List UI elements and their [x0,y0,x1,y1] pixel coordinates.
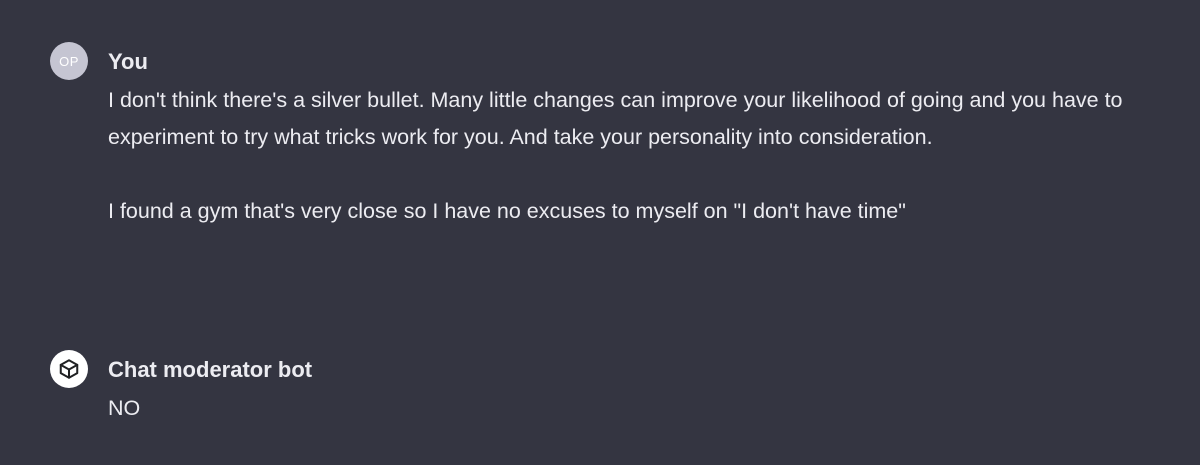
avatar-initials: OP [59,53,79,69]
message-author: You [108,49,148,74]
cube-icon [59,359,79,379]
message-paragraph: I don't think there's a silver bullet. M… [108,88,1123,149]
message-text: NO [108,390,312,427]
user-avatar: OP [50,42,88,80]
bot-message: Chat moderator bot NO [50,350,312,427]
message-paragraph: NO [108,396,141,420]
user-message: OP You I don't think there's a silver bu… [50,42,1178,230]
message-body: Chat moderator bot NO [108,350,312,427]
message-author: Chat moderator bot [108,357,313,382]
message-body: You I don't think there's a silver bulle… [108,42,1178,230]
bot-avatar [50,350,88,388]
message-paragraph: I found a gym that's very close so I hav… [108,199,906,223]
message-text: I don't think there's a silver bullet. M… [108,82,1178,230]
